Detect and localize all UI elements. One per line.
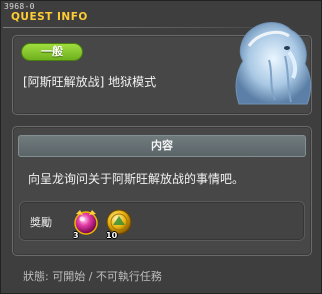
quest-description: 向呈龙询问关于阿斯旺解放战的事情吧。 [28,172,245,186]
category-badge: 一般 [21,43,83,61]
quest-info-window: 3968-0 QUEST INFO 一般 [阿斯旺解放战] 地狱模式 内容 向呈… [0,0,322,294]
quest-name: [阿斯旺解放战] 地狱模式 [23,75,157,89]
window-title: QUEST INFO [11,11,88,23]
reward-label: 獎勵 [30,216,52,229]
ghost-npc-icon [235,22,312,105]
reward-box: 獎勵 3 10 [19,201,305,241]
reward-item-pink-gem[interactable]: 3 [71,207,101,240]
item-quantity: 10 [106,231,118,240]
reward-item-gold-coin[interactable]: 10 [104,207,134,240]
content-header: 内容 [18,135,306,157]
content-panel: 内容 向呈龙询问关于阿斯旺解放战的事情吧。 獎勵 3 10 [12,126,312,256]
quest-id: 3968-0 [4,2,35,11]
item-quantity: 3 [73,231,79,240]
quest-status: 狀態: 可開始 / 不可執行任務 [23,270,162,283]
